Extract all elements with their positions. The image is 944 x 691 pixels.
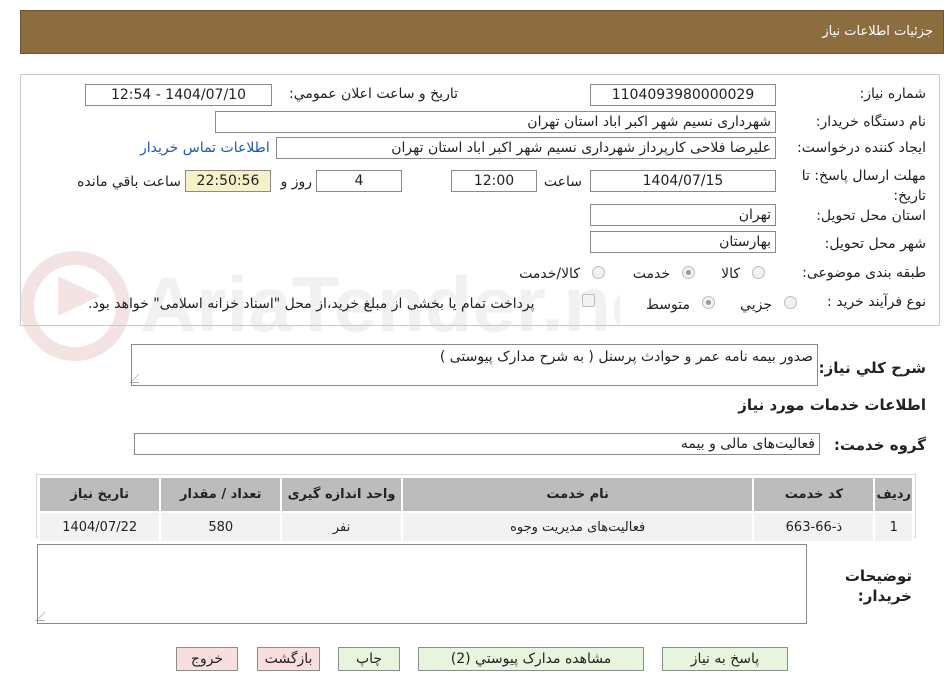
need-number-label: شماره نیاز: bbox=[859, 86, 927, 102]
exit-button[interactable]: خروج bbox=[176, 647, 238, 671]
category-label: طبقه بندی موضوعی: bbox=[802, 265, 926, 281]
category-goods-radio[interactable] bbox=[752, 266, 765, 279]
cell-need-date: 1404/07/22 bbox=[37, 511, 162, 543]
cell-service-name: فعالیت‌های مدیریت وجوه bbox=[400, 511, 755, 543]
treasury-payment-checkbox[interactable] bbox=[582, 294, 595, 307]
category-goods-service-radio[interactable] bbox=[592, 266, 605, 279]
process-medium-radio[interactable] bbox=[702, 296, 715, 309]
view-attachments-button[interactable]: مشاهده مدارک پيوستي (2) bbox=[418, 647, 644, 671]
print-button[interactable]: چاپ bbox=[338, 647, 400, 671]
announce-date-label: تاریخ و ساعت اعلان عمومي: bbox=[289, 86, 458, 102]
requester-label: ايجاد کننده درخواست: bbox=[797, 140, 926, 156]
deadline-date-field: 1404/07/15 bbox=[590, 170, 776, 192]
col-service-name: نام خدمت bbox=[400, 476, 755, 513]
page-title: جزئیات اطلاعات نیاز bbox=[822, 24, 933, 39]
remaining-days-field: 4 bbox=[316, 170, 402, 192]
remaining-time-field: 22:50:56 bbox=[185, 170, 271, 192]
deadline-label: مهلت ارسال پاسخ: تا تاریخ: bbox=[801, 168, 926, 204]
reply-button[interactable]: پاسخ به نياز bbox=[662, 647, 788, 671]
col-service-code: کد خدمت bbox=[752, 476, 876, 513]
description-label: شرح کلي نياز: bbox=[818, 359, 926, 377]
category-goods-service-label: کالا/خدمت bbox=[519, 266, 580, 282]
category-goods-label: کالا bbox=[721, 266, 740, 282]
resize-handle-icon[interactable] bbox=[129, 374, 148, 383]
col-quantity: تعداد / مقدار bbox=[159, 476, 283, 513]
category-service-label: خدمت bbox=[632, 266, 670, 282]
buyer-notes-textarea bbox=[35, 544, 807, 624]
service-group-field: فعالیت‌های مالی و بیمه bbox=[134, 433, 820, 455]
col-unit: واحد اندازه گيری bbox=[280, 476, 403, 513]
process-minor-radio[interactable] bbox=[784, 296, 797, 309]
city-field: بهارستان bbox=[590, 231, 776, 253]
buyer-org-field: شهرداری نسیم شهر اکبر اباد استان تهران bbox=[215, 111, 776, 133]
service-group-label: گروه خدمت: bbox=[833, 436, 926, 454]
services-section-title: اطلاعات خدمات مورد نياز bbox=[738, 396, 926, 414]
cell-service-code: ذ-66-663 bbox=[752, 511, 876, 543]
announce-date-field: 1404/07/10 - 12:54 bbox=[85, 84, 272, 106]
cell-unit: نفر bbox=[280, 511, 403, 543]
deadline-hour-label: ساعت bbox=[543, 174, 582, 190]
category-service-radio[interactable] bbox=[682, 266, 695, 279]
cell-row-number: 1 bbox=[873, 511, 914, 543]
buyer-org-label: نام دستگاه خريدار: bbox=[815, 114, 926, 130]
days-label: روز و bbox=[280, 174, 313, 190]
process-type-label: نوع فرآیند خرید : bbox=[827, 294, 926, 310]
province-label: استان محل تحويل: bbox=[816, 208, 926, 224]
process-minor-label: جزيي bbox=[740, 297, 772, 313]
description-text: صدور بیمه نامه عمر و حوادث پرسنل ( به شر… bbox=[439, 349, 813, 365]
treasury-payment-note: پرداخت تمام يا بخشی از مبلغ خريد،از محل … bbox=[88, 296, 535, 312]
cell-quantity: 580 bbox=[159, 511, 283, 543]
col-row-number: رديف bbox=[873, 476, 914, 513]
resize-handle-icon[interactable] bbox=[35, 612, 54, 621]
city-label: شهر محل تحويل: bbox=[824, 236, 926, 252]
requester-field: علیرضا فلاحی کارپرداز شهرداری نسیم شهر ا… bbox=[276, 137, 776, 159]
back-button[interactable]: بازگشت bbox=[257, 647, 320, 671]
process-medium-label: متوسط bbox=[646, 297, 690, 313]
table-row: 1 ذ-66-663 فعالیت‌های مدیریت وجوه نفر 58… bbox=[37, 511, 914, 543]
services-table: رديف کد خدمت نام خدمت واحد اندازه گيری ت… bbox=[37, 476, 914, 543]
need-number-field: 1104093980000029 bbox=[590, 84, 776, 106]
deadline-time-field: 12:00 bbox=[451, 170, 537, 192]
description-textarea: صدور بیمه نامه عمر و حوادث پرسنل ( به شر… bbox=[129, 344, 818, 386]
buyer-notes-label: توضيحات خريدار: bbox=[844, 567, 912, 605]
col-need-date: تاريخ نياز bbox=[37, 476, 162, 513]
remaining-label: ساعت باقي مانده bbox=[77, 174, 181, 190]
page-header: جزئیات اطلاعات نیاز bbox=[20, 10, 944, 54]
table-header-row: رديف کد خدمت نام خدمت واحد اندازه گيری ت… bbox=[37, 476, 914, 513]
province-field: تهران bbox=[590, 204, 776, 226]
buyer-contact-link[interactable]: اطلاعات تماس خريدار bbox=[140, 140, 270, 156]
